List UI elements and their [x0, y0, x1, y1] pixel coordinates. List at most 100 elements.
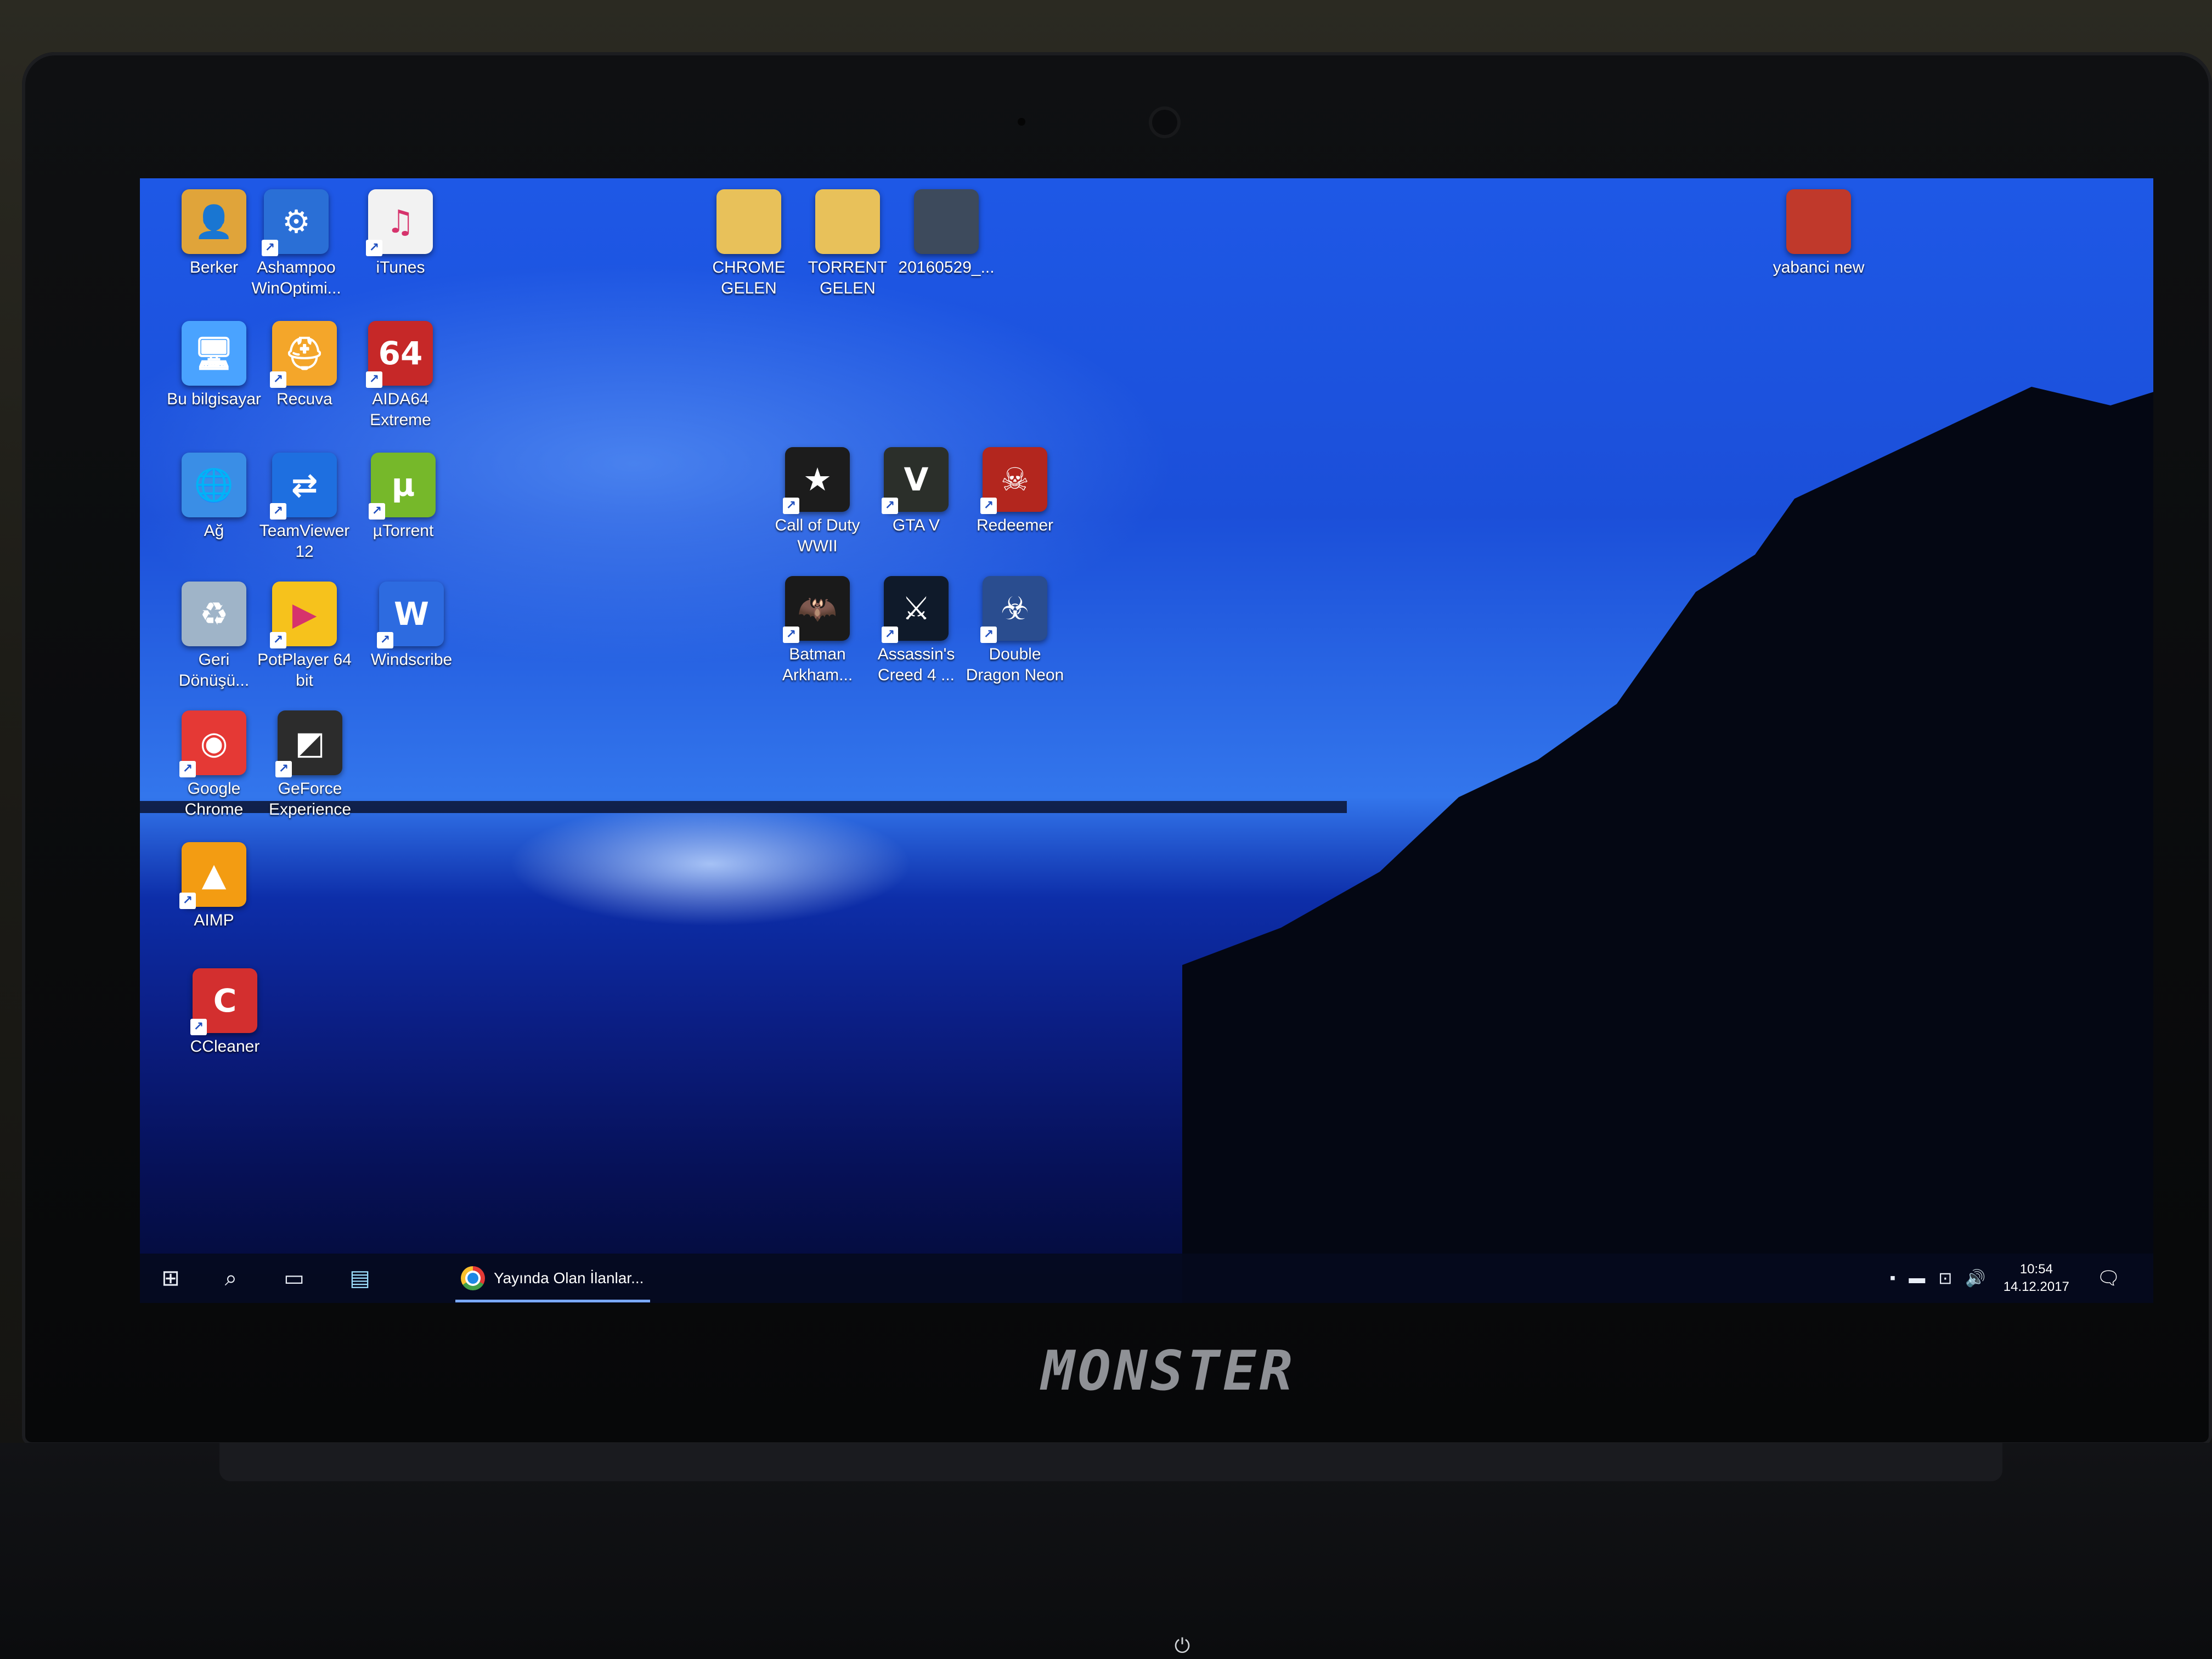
shortcut-arrow-icon: ↗ [270, 632, 286, 648]
star-emblem-icon: ★ ↗ [783, 447, 850, 514]
utorrent-icon: µ ↗ [369, 453, 436, 520]
shortcut-arrow-icon: ↗ [190, 1019, 207, 1035]
desktop-icon[interactable]: ★ ↗ Call of Duty WWII [765, 447, 870, 556]
network-icon: 🌐 [182, 453, 246, 517]
geforce-icon: ◩ ↗ [275, 710, 342, 777]
desktop-screen: 👤 Berker ⚙ ↗ Ashampoo WinOptimi... ♫ ↗ iTunes CH… [140, 178, 2153, 1303]
windows-logo-icon[interactable]: ⊞ [154, 1261, 188, 1295]
shortcut-arrow-icon: ↗ [270, 371, 286, 388]
computer-icon: 🖥 [182, 321, 246, 386]
desktop-icon[interactable]: 64 ↗ AIDA64 Extreme [348, 321, 453, 430]
desktop-icon[interactable]: ♻ Geri Dönüşü... [162, 582, 266, 691]
desktop-icon-label: Ashampoo WinOptimi... [251, 258, 341, 297]
desktop-icon-label: AIMP [194, 911, 234, 929]
network-status-icon[interactable]: ⊡ [1938, 1269, 1952, 1288]
desktop-icon[interactable]: ♫ ↗ iTunes [348, 189, 453, 278]
clock[interactable]: 10:54 14.12.2017 [2004, 1261, 2069, 1296]
search-icon[interactable]: ⌕ [214, 1261, 248, 1295]
desktop-icon[interactable]: ☣ ↗ Double Dragon Neon [963, 576, 1067, 685]
shortcut-arrow-icon: ↗ [366, 240, 382, 256]
shortcut-arrow-icon: ↗ [783, 627, 799, 643]
music-note-icon: ♫ ↗ [366, 189, 433, 256]
gear-icon: ⚙ ↗ [262, 189, 329, 256]
desktop-icon[interactable]: ⇄ ↗ TeamViewer 12 [252, 453, 357, 562]
desktop-icon[interactable]: ◩ ↗ GeForce Experience [258, 710, 362, 820]
desktop-icon-label: Batman Arkham... [782, 645, 853, 684]
chrome-icon [461, 1266, 485, 1290]
desktop-icon[interactable]: ⚙ ↗ Ashampoo WinOptimi... [244, 189, 348, 298]
desktop-icon[interactable]: ◉ ↗ Google Chrome [162, 710, 266, 820]
user-folder-icon: 👤 [182, 189, 246, 254]
shortcut-arrow-icon: ↗ [882, 627, 898, 643]
gta-icon: V ↗ [882, 447, 949, 514]
ccleaner-icon: C ↗ [190, 968, 257, 1035]
aimp-icon: ▲ ↗ [179, 842, 246, 909]
system-tray: ▪ ▬ ⊡ 🔊 10:54 14.12.2017 🗨 [1883, 1257, 2120, 1300]
desktop-icon-label: 20160529_... [898, 258, 995, 276]
folder-icon [815, 189, 880, 254]
desktop-icon[interactable]: ▶ ↗ PotPlayer 64 bit [252, 582, 357, 691]
recycle-bin-icon: ♻ [182, 582, 246, 646]
desktop-icon[interactable]: CHROME GELEN [697, 189, 801, 298]
desktop-icon[interactable]: µ ↗ µTorrent [351, 453, 455, 541]
file-explorer-icon[interactable]: ▤ [343, 1261, 377, 1295]
teamviewer-icon: ⇄ ↗ [270, 453, 337, 520]
chrome-icon: ◉ ↗ [179, 710, 246, 777]
clock-date: 14.12.2017 [2003, 1279, 2069, 1294]
volume-icon[interactable]: 🔊 [1965, 1269, 1985, 1288]
desktop-icon[interactable]: 🌐 Ağ [162, 453, 266, 541]
shortcut-arrow-icon: ↗ [179, 893, 196, 909]
shortcut-arrow-icon: ↗ [377, 632, 393, 648]
shortcut-arrow-icon: ↗ [980, 498, 997, 514]
desktop-icon[interactable]: 🦇 ↗ Batman Arkham... [765, 576, 870, 685]
desktop-icon-label: Google Chrome [184, 780, 244, 819]
desktop-icon[interactable]: ☠ ↗ Redeemer [963, 447, 1067, 536]
desktop-icon-label: iTunes [376, 258, 425, 276]
clock-time: 10:54 [2019, 1261, 2053, 1277]
laptop-hinge [219, 1443, 2002, 1481]
shortcut-arrow-icon: ↗ [369, 503, 385, 520]
desktop-icon-label: PotPlayer 64 bit [257, 651, 352, 690]
desktop-icon-label: Windscribe [370, 651, 453, 669]
desktop-icon-label: GeForce Experience [268, 780, 352, 819]
shortcut-arrow-icon: ↗ [366, 371, 382, 388]
assassins-creed-icon: ⚔ ↗ [882, 576, 949, 643]
desktop-icon[interactable]: yabanci new [1767, 189, 1871, 278]
desktop-icon-label: Ağ [204, 522, 224, 540]
desktop-icon-label: Call of Duty WWII [775, 516, 860, 555]
shortcut-arrow-icon: ↗ [980, 627, 997, 643]
desktop-icon-label: yabanci new [1773, 258, 1865, 276]
shortcut-arrow-icon: ↗ [783, 498, 799, 514]
folder-icon [716, 189, 781, 254]
desktop-icon[interactable]: ▲ ↗ AIMP [162, 842, 266, 931]
power-icon[interactable]: ⏻ [1171, 1635, 1193, 1657]
task-view-icon[interactable]: ▭ [277, 1261, 311, 1295]
desktop-icon[interactable]: 20160529_... [894, 189, 998, 278]
desktop-icon-label: GTA V [892, 516, 940, 534]
shortcut-arrow-icon: ↗ [179, 761, 196, 777]
desktop-icon[interactable]: W ↗ Windscribe [359, 582, 464, 670]
taskbar-app-label: Yayında Olan İlanlar... [494, 1269, 644, 1286]
desktop-icon-label: µTorrent [373, 522, 434, 540]
shortcut-arrow-icon: ↗ [262, 240, 278, 256]
desktop-icon-label: Bu bilgisayar [167, 390, 261, 408]
desktop-icon-label: Redeemer [976, 516, 1054, 534]
battery-icon[interactable]: ▬ [1909, 1269, 1925, 1288]
shortcut-arrow-icon: ↗ [882, 498, 898, 514]
desktop-icon-label: Recuva [276, 390, 332, 408]
potplayer-icon: ▶ ↗ [270, 582, 337, 648]
desktop-icon[interactable]: TORRENT GELEN [795, 189, 900, 298]
taskbar-app-chrome[interactable]: Yayında Olan İlanlar... [455, 1257, 650, 1302]
desktop-icon-label: CCleaner [190, 1037, 260, 1056]
desktop-icon[interactable]: C ↗ CCleaner [173, 968, 277, 1057]
usb-icon[interactable]: ▪ [1890, 1269, 1896, 1288]
desktop-icon[interactable]: ⛑ ↗ Recuva [252, 321, 357, 410]
recuva-icon: ⛑ ↗ [270, 321, 337, 388]
desktop-icon[interactable]: V ↗ GTA V [864, 447, 968, 536]
action-center-icon[interactable]: 🗨 [2097, 1267, 2120, 1289]
desktop-icon[interactable]: 🖥 Bu bilgisayar [162, 321, 266, 410]
webcam [1152, 110, 1177, 135]
desktop-icon[interactable]: ⚔ ↗ Assassin's Creed 4 ... [864, 576, 968, 685]
shortcut-arrow-icon: ↗ [275, 761, 292, 777]
forest-silhouette [1182, 387, 2153, 1303]
